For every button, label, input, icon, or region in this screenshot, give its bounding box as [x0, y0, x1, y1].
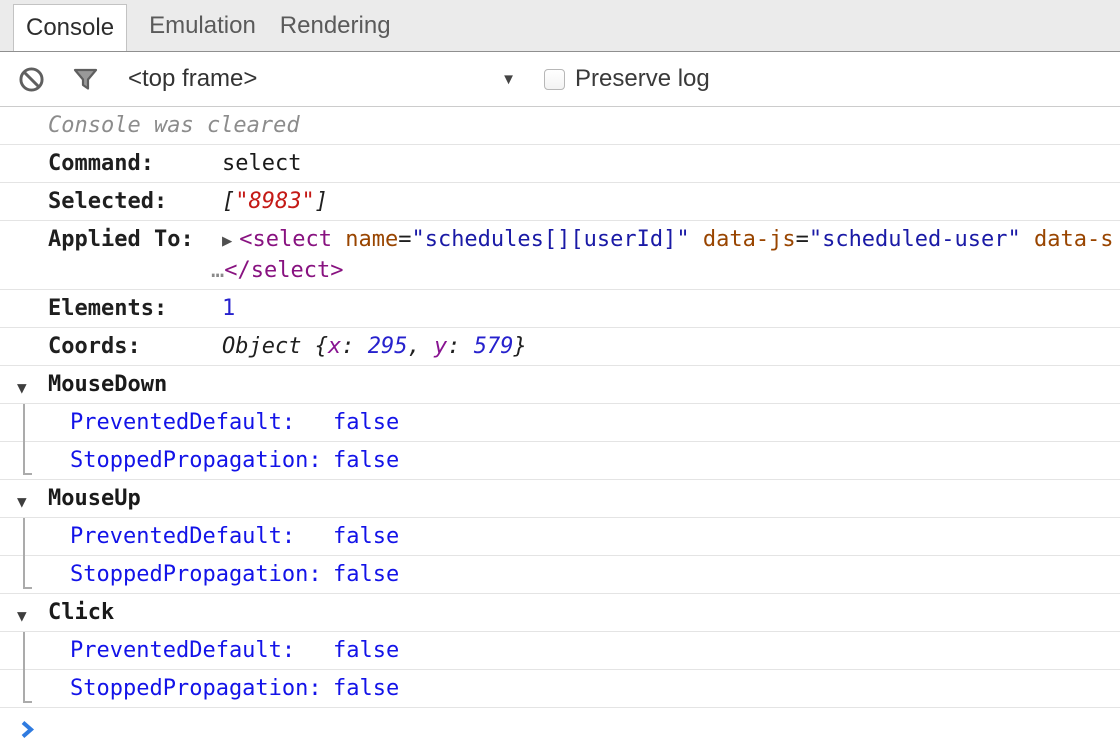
group-indent-guide: [23, 404, 32, 475]
tab-console[interactable]: Console: [13, 4, 127, 51]
group-title-mousedown[interactable]: ▼ MouseDown: [0, 366, 1120, 404]
tab-emulation[interactable]: Emulation: [137, 0, 268, 51]
log-value: false: [333, 522, 1120, 551]
disclosure-triangle-expanded-icon[interactable]: ▼: [17, 487, 27, 516]
dom-node-preview[interactable]: ▶ <select name="schedules[][userId]" data…: [222, 225, 1120, 285]
log-value: select: [222, 149, 1120, 178]
log-row-prevented-default: PreventedDefault: false: [0, 632, 1120, 670]
log-label: PreventedDefault:: [70, 408, 333, 437]
log-value: false: [333, 560, 1120, 589]
log-value: false: [333, 636, 1120, 665]
log-label: PreventedDefault:: [70, 636, 333, 665]
tab-rendering-label: Rendering: [280, 12, 391, 40]
group-children-mouseup: PreventedDefault: false StoppedPropagati…: [0, 518, 1120, 594]
preserve-log-label[interactable]: Preserve log: [575, 65, 710, 93]
log-value-array[interactable]: ["8983"]: [222, 187, 1120, 216]
console-messages: Console was cleared Command: select Sele…: [0, 107, 1120, 747]
dom-node-open-tag: <select name="schedules[][userId]" data-…: [239, 227, 1113, 252]
log-row-elements: Elements: 1: [0, 290, 1120, 328]
execution-context-value: <top frame>: [128, 65, 257, 93]
disclosure-triangle-expanded-icon[interactable]: ▼: [17, 601, 27, 630]
tab-rendering[interactable]: Rendering: [268, 0, 403, 51]
log-label: StoppedPropagation:: [70, 446, 333, 475]
devtools-tab-bar: Console Emulation Rendering: [0, 0, 1120, 52]
log-row-selected: Selected: ["8983"]: [0, 183, 1120, 221]
console-prompt[interactable]: [0, 708, 1120, 747]
dom-node-preview-line2: …</select>: [211, 256, 1120, 285]
log-label: Selected:: [48, 187, 222, 216]
group-title-label: MouseDown: [48, 370, 167, 399]
log-label: PreventedDefault:: [70, 522, 333, 551]
log-label: StoppedPropagation:: [70, 674, 333, 703]
log-value: false: [333, 446, 1120, 475]
log-row-coords: Coords: Object {x: 295, y: 579}: [0, 328, 1120, 366]
group-title-label: MouseUp: [48, 484, 141, 513]
log-label: Coords:: [48, 332, 222, 361]
object-preview[interactable]: Object {x: 295, y: 579}: [222, 332, 1120, 361]
log-label: Applied To:: [48, 225, 222, 254]
chevron-down-icon: ▼: [501, 71, 516, 88]
disclosure-triangle-collapsed-icon[interactable]: ▶: [222, 231, 232, 251]
log-value: false: [333, 674, 1120, 703]
log-row-prevented-default: PreventedDefault: false: [0, 518, 1120, 556]
console-prompt-chevron-icon: [20, 720, 35, 745]
log-row-applied-to: Applied To: ▶ <select name="schedules[][u…: [0, 221, 1120, 290]
log-label: StoppedPropagation:: [70, 560, 333, 589]
log-value-number: 1: [222, 294, 1120, 323]
log-row-stopped-propagation: StoppedPropagation: false: [0, 556, 1120, 594]
group-children-mousedown: PreventedDefault: false StoppedPropagati…: [0, 404, 1120, 480]
filter-icon[interactable]: [72, 67, 99, 92]
tab-emulation-label: Emulation: [149, 12, 256, 40]
group-title-label: Click: [48, 598, 114, 627]
log-label: Elements:: [48, 294, 222, 323]
log-label: Command:: [48, 149, 222, 178]
group-title-mouseup[interactable]: ▼ MouseUp: [0, 480, 1120, 518]
disclosure-triangle-expanded-icon[interactable]: ▼: [17, 373, 27, 402]
log-row-prevented-default: PreventedDefault: false: [0, 404, 1120, 442]
console-toolbar: <top frame> ▼ Preserve log: [0, 52, 1120, 107]
log-row-command: Command: select: [0, 145, 1120, 183]
group-indent-guide: [23, 632, 32, 703]
group-indent-guide: [23, 518, 32, 589]
log-value: false: [333, 408, 1120, 437]
log-row-stopped-propagation: StoppedPropagation: false: [0, 442, 1120, 480]
group-children-click: PreventedDefault: false StoppedPropagati…: [0, 632, 1120, 708]
dom-node-preview-line1: ▶ <select name="schedules[][userId]" data…: [222, 225, 1120, 256]
console-cleared-message: Console was cleared: [0, 107, 1120, 145]
log-row-stopped-propagation: StoppedPropagation: false: [0, 670, 1120, 708]
preserve-log-checkbox[interactable]: [544, 69, 565, 90]
clear-console-icon[interactable]: [18, 66, 45, 93]
execution-context-selector[interactable]: <top frame> ▼: [128, 65, 516, 93]
tab-console-label: Console: [26, 14, 114, 42]
group-title-click[interactable]: ▼ Click: [0, 594, 1120, 632]
